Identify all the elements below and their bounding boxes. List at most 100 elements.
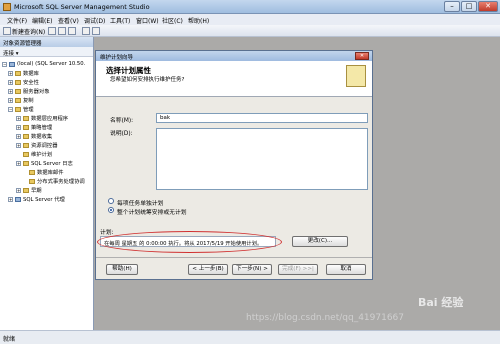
folder-icon <box>23 187 29 193</box>
save-all-icon[interactable] <box>68 27 76 35</box>
tree-item[interactable]: − 管理 <box>8 105 34 113</box>
menu-item[interactable]: 窗口(W) <box>136 16 159 25</box>
name-field[interactable]: bak <box>156 113 368 123</box>
menu-item[interactable]: 调试(D) <box>84 16 105 25</box>
expand-toggle-icon[interactable]: + <box>8 196 13 202</box>
wizard-subheading: 您希望如何安排执行维护任务? <box>110 77 185 83</box>
folder-icon <box>23 142 29 148</box>
folder-icon <box>15 88 21 94</box>
expand-toggle-icon[interactable]: + <box>8 97 13 103</box>
tree-item[interactable]: + 安全性 <box>8 78 39 86</box>
menu-item[interactable]: 帮助(H) <box>188 16 209 25</box>
baidu-watermark: Bai 经验 <box>418 296 464 309</box>
status-bar: 就绪 <box>0 330 500 344</box>
dialog-close-button[interactable]: ✕ <box>355 52 369 60</box>
expand-toggle-icon[interactable]: + <box>16 115 21 121</box>
tree-item-label: 数据收集 <box>31 134 53 140</box>
cancel-button[interactable]: 取消 <box>326 264 366 275</box>
expand-toggle-icon[interactable]: + <box>8 88 13 94</box>
tree-item-label: 数据层应用程序 <box>31 116 69 122</box>
tree-item[interactable]: + 复制 <box>8 96 34 104</box>
schedule-label: 计划: <box>100 230 114 236</box>
radio-single-label[interactable]: 整个计划统筹安排或无计划 <box>117 207 187 216</box>
tree-item-label: 资源调控器 <box>31 143 58 149</box>
wizard-icon <box>346 65 366 87</box>
minimize-button[interactable]: – <box>444 1 460 12</box>
expand-toggle-icon[interactable]: + <box>16 160 21 166</box>
tree-item[interactable]: − (local) (SQL Server 10.50. <box>2 60 85 68</box>
folder-icon <box>15 97 21 103</box>
maintenance-plan-wizard: 维护计划向导 ✕ 选择计划属性 您希望如何安排执行维护任务? 名称(M): ba… <box>95 50 373 280</box>
tree-item[interactable]: + 服务器对象 <box>8 87 50 95</box>
maximize-button[interactable]: □ <box>461 1 477 12</box>
app-icon <box>3 3 11 11</box>
toolbar: 新建查询(N) <box>0 25 500 37</box>
tree-item[interactable]: + 早期 <box>16 186 42 194</box>
menu-item[interactable]: 文件(F) <box>7 16 27 25</box>
expand-toggle-icon[interactable]: − <box>8 106 13 112</box>
new-query-button[interactable]: 新建查询(N) <box>12 27 45 36</box>
tree-item[interactable]: 维护计划 <box>16 150 52 158</box>
folder-icon <box>29 178 35 184</box>
new-query-icon[interactable] <box>3 27 11 35</box>
menu-item[interactable]: 编辑(E) <box>32 16 52 25</box>
tree-item[interactable]: + 数据层应用程序 <box>16 114 68 122</box>
change-button[interactable]: 更改(C)... <box>292 236 348 247</box>
tree-item[interactable]: + SQL Server 代理 <box>8 195 65 203</box>
open-icon[interactable] <box>48 27 56 35</box>
menu-item[interactable]: 社区(C) <box>162 16 183 25</box>
menu-item[interactable]: 工具(T) <box>110 16 130 25</box>
folder-icon <box>23 133 29 139</box>
tree-item[interactable]: + 数据收集 <box>16 132 52 140</box>
expand-toggle-icon[interactable]: − <box>2 61 7 67</box>
connect-button[interactable]: 连接 ▾ <box>0 47 93 57</box>
tree-item-label: SQL Server 日志 <box>31 161 73 167</box>
url-watermark: https://blog.csdn.net/qq_41971667 <box>246 313 405 323</box>
activity-icon[interactable] <box>82 27 90 35</box>
footer-separator <box>96 257 372 258</box>
tree-item[interactable]: + 策略管理 <box>16 123 52 131</box>
folder-icon <box>23 115 29 121</box>
save-icon[interactable] <box>58 27 66 35</box>
radio-separate-label[interactable]: 每项任务单独计划 <box>117 198 163 207</box>
expand-toggle-icon[interactable]: + <box>16 124 21 130</box>
radio-single-schedule[interactable] <box>108 207 114 213</box>
folder-icon <box>23 160 29 166</box>
title-bar: Microsoft SQL Server Management Studio –… <box>0 0 500 14</box>
folder-icon <box>23 151 29 157</box>
menu-item[interactable]: 查看(V) <box>58 16 79 25</box>
description-label: 说明(D): <box>110 131 133 137</box>
tree-item[interactable]: + 资源调控器 <box>16 141 58 149</box>
expand-toggle-icon[interactable]: + <box>8 70 13 76</box>
server-icon <box>9 61 15 67</box>
close-button[interactable]: ✕ <box>478 1 498 12</box>
tree-item[interactable]: 分布式事务处理协调 <box>22 177 85 185</box>
tree-item[interactable]: + SQL Server 日志 <box>16 159 73 167</box>
menu-bar: 文件(F) 编辑(E) 查看(V) 调试(D) 工具(T) 窗口(W) 社区(C) 帮助(H) <box>0 14 500 25</box>
wizard-header: 选择计划属性 您希望如何安排执行维护任务? <box>96 61 372 97</box>
name-label: 名称(M): <box>110 118 134 124</box>
tree-item-label: 维护计划 <box>31 152 53 158</box>
tree-item-label: 数据库邮件 <box>37 170 64 176</box>
next-button[interactable]: 下一步(N) > <box>232 264 272 275</box>
help-button[interactable]: 帮助(H) <box>106 264 138 275</box>
folder-icon <box>15 106 21 112</box>
expand-toggle-icon[interactable]: + <box>8 79 13 85</box>
expand-toggle-icon[interactable]: + <box>16 142 21 148</box>
tree-item-label: 分布式事务处理协调 <box>37 179 85 185</box>
tree-item[interactable]: + 数据库 <box>8 69 39 77</box>
tree-item[interactable]: 数据库邮件 <box>22 168 64 176</box>
radio-separate-schedule[interactable] <box>108 198 114 204</box>
folder-icon <box>15 79 21 85</box>
back-button[interactable]: < 上一步(B) <box>188 264 228 275</box>
expand-toggle-icon[interactable]: + <box>16 133 21 139</box>
folder-icon <box>23 124 29 130</box>
tree-item-label: 复制 <box>23 98 34 104</box>
expand-toggle-icon[interactable]: + <box>16 187 21 193</box>
tree-item-label: 安全性 <box>23 80 39 86</box>
description-field[interactable] <box>156 128 368 190</box>
finish-button[interactable]: 完成(F) >>| <box>278 264 318 275</box>
properties-icon[interactable] <box>92 27 100 35</box>
annotation-oval <box>97 231 282 253</box>
object-explorer: 对象资源管理器 连接 ▾ − (local) (SQL Server 10.50.… <box>0 37 94 330</box>
